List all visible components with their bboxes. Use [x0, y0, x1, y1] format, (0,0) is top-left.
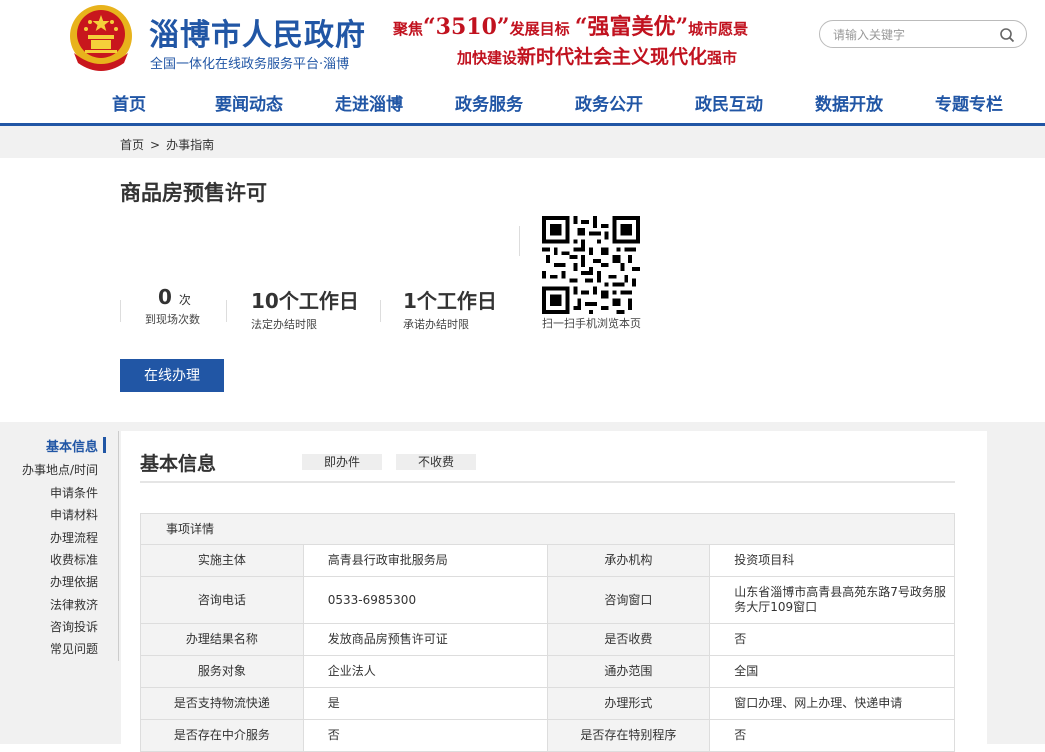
stat-value: 10个工作日 [251, 289, 359, 313]
slogan-line-2: 加快建设新时代社会主义现代化强市 [457, 42, 737, 69]
field-label: 服务对象 [140, 655, 304, 688]
side-menu-process[interactable]: 办理流程 [0, 529, 120, 546]
table-row: 办理结果名称 发放商品房预售许可证 是否收费否 [140, 623, 955, 656]
field-label: 咨询电话 [140, 576, 304, 624]
stat-legal-limit: 10个工作日 法定办结时限 [251, 285, 359, 332]
field-value: 否 [302, 719, 548, 752]
slogan-text: 发展目标 [509, 20, 570, 38]
field-label: 是否存在中介服务 [140, 719, 304, 752]
slogan-text: 城市愿景 [688, 20, 749, 38]
nav-home[interactable]: 首页 [112, 90, 146, 115]
field-value: 全国 [709, 655, 955, 688]
stat-visits: 0 次 到现场次数 [145, 285, 200, 327]
field-value: 是 [302, 687, 548, 720]
search-icon[interactable] [999, 27, 1015, 43]
side-menu-legal-remedy[interactable]: 法律救济 [0, 596, 120, 613]
field-value: 山东省淄博市高青县高苑东路7号政务服务大厅109窗口 [709, 576, 955, 624]
field-label: 办理形式 [546, 687, 711, 720]
field-label: 是否存在特别程序 [546, 719, 711, 752]
stat-label: 法定办结时限 [251, 318, 317, 331]
detail-header: 事项详情 [140, 513, 955, 545]
search-input[interactable] [833, 26, 993, 44]
side-menu-divider [118, 431, 119, 661]
table-row: 咨询电话 0533-6985300 咨询窗口 山东省淄博市高青县高苑东路7号政务服务大… [140, 576, 955, 624]
field-label: 实施主体 [140, 544, 304, 577]
field-value: 高青县行政审批服务局 [302, 544, 548, 577]
field-label: 办理结果名称 [140, 623, 304, 656]
divider [519, 226, 520, 256]
side-menu-consult-complain[interactable]: 咨询投诉 [0, 618, 120, 635]
field-value: 否 [709, 719, 955, 752]
tag-free: 不收费 [396, 454, 476, 470]
stat-label: 到现场次数 [145, 313, 200, 326]
slogan-text: 新时代社会主义现代化 [517, 46, 708, 68]
slogan-text: “3510” [423, 14, 510, 40]
nav-about-zibo[interactable]: 走进淄博 [335, 90, 403, 115]
field-label: 是否收费 [546, 623, 711, 656]
field-label: 承办机构 [546, 544, 711, 577]
field-label: 通办范围 [546, 655, 711, 688]
online-apply-button[interactable]: 在线办理 [120, 359, 224, 392]
divider [226, 300, 227, 322]
nav-special-topics[interactable]: 专题专栏 [935, 90, 1003, 115]
divider [120, 300, 121, 322]
stat-unit: 次 [178, 293, 191, 307]
table-row: 实施主体 高青县行政审批服务局 承办机构 投资项目科 [140, 544, 955, 577]
side-menu-conditions[interactable]: 申请条件 [0, 484, 120, 501]
field-label: 是否支持物流快递 [140, 687, 304, 720]
field-value: 发放商品房预售许可证 [302, 623, 548, 656]
field-label: 咨询窗口 [546, 576, 711, 624]
main-nav: 首页 要闻动态 走进淄博 政务服务 政务公开 政民互动 数据开放 专题专栏 [0, 80, 1045, 124]
section-title: 基本信息 [140, 453, 217, 475]
breadcrumb-separator: > [150, 138, 161, 152]
site-title[interactable]: 淄博市人民政府 [149, 10, 366, 54]
breadcrumb-bar: 首页 > 办事指南 [0, 126, 1045, 158]
qr-label: 扫一扫手机浏览本页 [542, 317, 641, 330]
site-subtitle: 全国一体化在线政务服务平台·淄博 [150, 57, 350, 72]
tag-instant: 即办件 [302, 454, 382, 470]
nav-news[interactable]: 要闻动态 [215, 90, 283, 115]
field-value: 企业法人 [302, 655, 548, 688]
page-title: 商品房预售许可 [120, 181, 267, 205]
divider [380, 300, 381, 322]
stat-label: 承诺办结时限 [403, 318, 469, 331]
field-value: 窗口办理、网上办理、快递申请 [709, 687, 955, 720]
field-value: 0533-6985300 [302, 576, 548, 624]
table-row: 是否存在中介服务否是否存在特别程序否 [140, 719, 955, 752]
section-divider [140, 481, 955, 483]
breadcrumb-current: 办事指南 [166, 138, 215, 152]
side-menu-active-indicator [103, 437, 106, 453]
slogan-line-1: 聚焦“3510”发展目标 “强富美优”城市愿景 [393, 9, 748, 41]
detail-table: 实施主体 高青县行政审批服务局 承办机构 投资项目科 咨询电话 0533-6985300 咨… [140, 544, 955, 752]
nav-interaction[interactable]: 政民互动 [695, 90, 763, 115]
stat-promise-limit: 1个工作日 承诺办结时限 [403, 285, 497, 332]
side-menu-fees[interactable]: 收费标准 [0, 551, 120, 568]
field-value: 投资项目科 [709, 544, 955, 577]
breadcrumb: 首页 > 办事指南 [120, 136, 214, 153]
table-row: 是否支持物流快递是办理形式 窗口办理、网上办理、快递申请 [140, 687, 955, 720]
site-header: 淄博市人民政府 全国一体化在线政务服务平台·淄博 聚焦“3510”发展目标 “强… [0, 0, 1045, 80]
side-menu-materials[interactable]: 申请材料 [0, 506, 120, 523]
stat-value: 1个工作日 [403, 289, 497, 313]
slogan-text: 强市 [707, 49, 738, 67]
stat-value: 0 [158, 285, 172, 309]
search-box [819, 20, 1027, 48]
field-value: 否 [709, 623, 955, 656]
side-menu-legal-basis[interactable]: 办理依据 [0, 573, 120, 590]
nav-gov-disclosure[interactable]: 政务公开 [575, 90, 643, 115]
slogan-text: 加快建设 [457, 49, 518, 67]
side-menu-faq[interactable]: 常见问题 [0, 640, 120, 657]
nav-open-data[interactable]: 数据开放 [815, 90, 883, 115]
slogan-text: 聚焦 [393, 20, 424, 38]
table-row: 服务对象 企业法人 通办范围 全国 [140, 655, 955, 688]
side-menu-location-time[interactable]: 办事地点/时间 [0, 461, 120, 478]
national-emblem-icon [70, 5, 132, 71]
nav-gov-services[interactable]: 政务服务 [455, 90, 523, 115]
qr-code-icon [542, 216, 640, 314]
breadcrumb-home[interactable]: 首页 [120, 138, 144, 152]
side-menu-basic-info[interactable]: 基本信息 [0, 436, 120, 455]
slogan-text: “强富美优” [574, 14, 689, 40]
